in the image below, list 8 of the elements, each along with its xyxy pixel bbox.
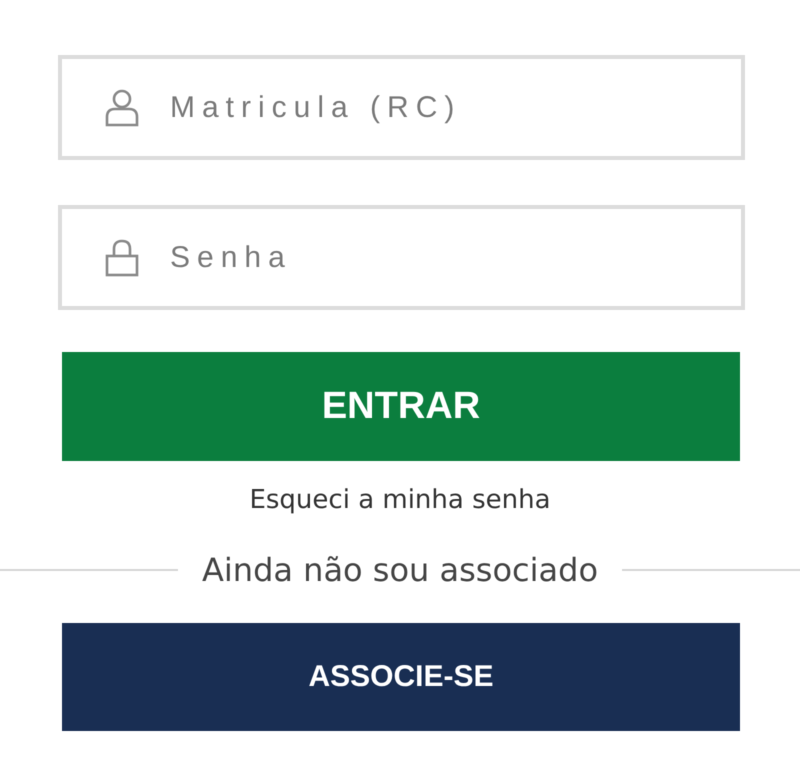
forgot-password-link[interactable]: Esqueci a minha senha	[249, 484, 551, 516]
password-field[interactable]: Senha	[58, 205, 745, 310]
lock-icon	[105, 238, 139, 276]
username-field[interactable]: Matricula (RC)	[58, 55, 745, 160]
user-icon	[105, 88, 139, 126]
login-button[interactable]: ENTRAR	[62, 352, 740, 461]
signup-button[interactable]: ASSOCIE-SE	[62, 623, 740, 731]
divider-label: Ainda não sou associado	[202, 550, 598, 590]
